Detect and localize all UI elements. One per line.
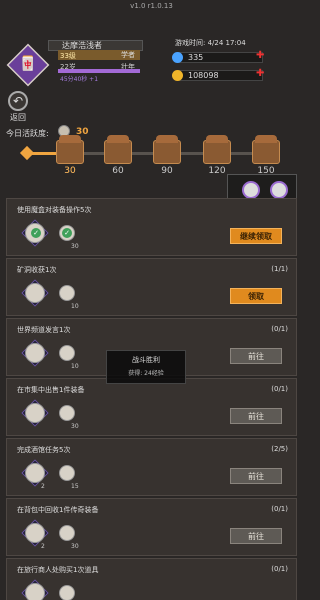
battle-toast: 战斗胜利 获得: 24经验 [106,350,186,384]
check-icon: ✓ [62,228,72,238]
task-title: 在背包中回收1件传奇装备 [17,506,99,514]
item-bag-icon [25,343,45,363]
task-progress: (0/1) [271,505,288,513]
track-start-marker [19,145,35,161]
game-time: 游戏时间: 4/24 17:04 [175,39,246,47]
task-action-button[interactable]: 前往 [230,348,282,364]
item-bag-icon [25,403,45,423]
check-icon: ✓ [31,228,41,238]
task-title: 完成酒馆任务5次 [17,446,71,454]
task-row: 使用魔盒对装备操作5次 ✓ ✓ 30 继续领取 [6,198,297,256]
activity-label: 今日活跃度: [6,129,49,138]
gold-value: 108098 [188,71,219,80]
milestone-value-2: 60 [112,166,124,176]
toast-subtitle: 获得: 24经验 [128,370,164,377]
milestone-value-3: 90 [161,166,173,176]
milestone-chest-5[interactable] [252,135,280,164]
task-progress: (2/5) [271,445,288,453]
task-action-button[interactable]: 前往 [230,408,282,424]
back-icon[interactable]: ↶ [8,91,28,111]
item-count: 30 [71,423,79,430]
add-gem-button[interactable]: ✚ [256,50,264,61]
item-coin-icon [59,405,75,421]
item-count: 2 [41,543,45,550]
milestone-chest-4[interactable] [203,135,231,164]
item-bag-icon [25,583,45,600]
item-coin-icon [59,525,75,541]
task-row: 矿洞收获1次 (1/1) 10 领取 [6,258,297,316]
back-button[interactable]: 返回 [10,112,26,123]
task-action-button[interactable]: 继续领取 [230,228,282,244]
age-progress-text: 45分40秒 +1 [60,76,99,83]
item-bag-icon [25,283,45,303]
toast-title: 战斗胜利 [132,356,160,364]
task-progress: (0/1) [271,325,288,333]
task-action-button[interactable]: 前往 [230,468,282,484]
player-title: 学者 [121,51,135,59]
milestone-chest-2[interactable] [104,135,132,164]
age-progress-bar [58,69,140,73]
item-bag-icon [25,523,45,543]
player-level: 33级 [60,52,76,60]
task-progress: (0/1) [271,565,288,573]
item-bag-icon [25,463,45,483]
task-row: 在市集中出售1件装备 (0/1) 30 前往 [6,378,297,436]
gold-icon [172,70,183,81]
add-gold-button[interactable]: ✚ [256,68,264,79]
gem-value: 335 [188,53,204,62]
item-count: 30 [71,543,79,550]
task-title: 在旅行商人处购买1次道具 [17,566,99,574]
version-label: v1.0 r1.0.13 [130,2,173,10]
task-title: 使用魔盒对装备操作5次 [17,206,92,214]
milestone-value-active: 30 [64,166,76,176]
item-count: 15 [71,483,79,490]
task-title: 在市集中出售1件装备 [17,386,85,394]
avatar-icon[interactable]: 🀄 [15,52,41,76]
task-action-button[interactable]: 前往 [230,528,282,544]
task-progress: (1/1) [271,265,288,273]
milestone-chest-3[interactable] [153,135,181,164]
task-progress: (0/1) [271,385,288,393]
gem-icon [172,52,183,63]
item-coin-icon [59,345,75,361]
task-row: 完成酒馆任务5次 (2/5) 2 15 前往 [6,438,297,496]
item-coin-icon [59,585,75,600]
item-coin-icon [59,285,75,301]
task-action-button[interactable]: 领取 [230,288,282,304]
task-row: 在背包中回收1件传奇装备 (0/1) 2 30 前往 [6,498,297,556]
item-count: 10 [71,363,79,370]
item-count: 30 [71,243,79,250]
task-title: 世界频道发言1次 [17,326,71,334]
item-count: 2 [41,483,45,490]
task-title: 矿洞收获1次 [17,266,57,274]
task-row: 在旅行商人处购买1次道具 (0/1) [6,558,297,600]
item-count: 10 [71,303,79,310]
milestone-chest-1[interactable] [56,135,84,164]
item-coin-icon [59,465,75,481]
task-list[interactable]: 使用魔盒对装备操作5次 ✓ ✓ 30 继续领取 矿洞收获1次 (1/1) 10 … [6,194,297,600]
